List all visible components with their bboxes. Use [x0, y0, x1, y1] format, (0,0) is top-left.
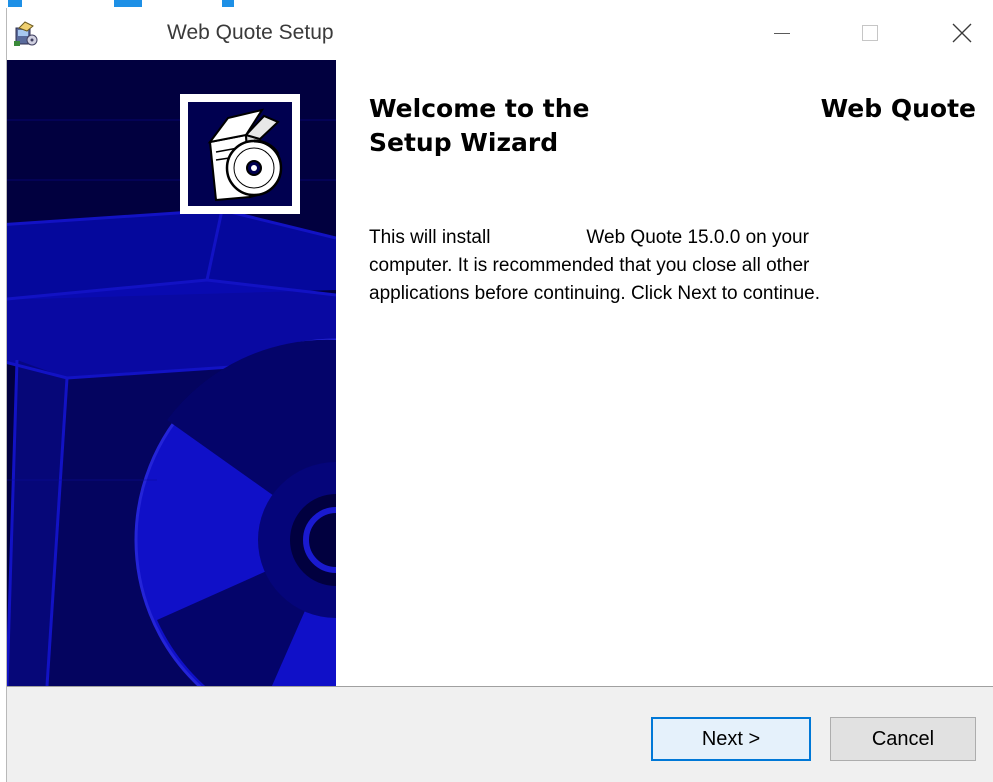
minimize-button[interactable] [759, 8, 805, 58]
wizard-footer: Next > Cancel [7, 687, 993, 782]
background-block [8, 0, 22, 7]
close-button[interactable] [939, 8, 985, 58]
welcome-heading: Welcome to the Web Quote Setup Wizard [369, 92, 989, 160]
setup-wizard-window: Web Quote Setup Welcome to the Web Quote… [6, 8, 993, 782]
installer-package-icon[interactable] [13, 20, 39, 48]
next-button[interactable]: Next > [651, 717, 811, 761]
cancel-button[interactable]: Cancel [830, 717, 976, 761]
background-strip [0, 0, 993, 8]
wizard-side-panel [7, 60, 336, 686]
maximize-button[interactable] [847, 8, 893, 58]
minimize-icon [774, 33, 790, 34]
wizard-content: Welcome to the Web Quote Setup Wizard Th… [336, 60, 993, 686]
title-bar[interactable]: Web Quote Setup [7, 8, 993, 60]
welcome-heading-part1: Welcome to the [369, 94, 590, 123]
close-icon [952, 23, 972, 43]
box-with-disc-icon [207, 108, 283, 202]
maximize-icon [862, 25, 878, 41]
description-line-1b: Web Quote 15.0.0 on your [586, 227, 809, 248]
description-line-1a: This will install [369, 227, 491, 248]
background-block [222, 0, 234, 7]
install-description: This will install Web Quote 15.0.0 on you… [369, 224, 989, 308]
description-line-3: applications before continuing. Click Ne… [369, 283, 820, 304]
setup-logo [180, 94, 300, 214]
window-title: Web Quote Setup [167, 21, 334, 44]
description-line-1: This will install Web Quote 15.0.0 on you… [369, 224, 989, 252]
welcome-heading-part2: Web Quote [820, 94, 976, 123]
welcome-heading-line2: Setup Wizard [369, 128, 559, 157]
description-line-2: computer. It is recommended that you clo… [369, 255, 810, 276]
background-block [114, 0, 142, 7]
